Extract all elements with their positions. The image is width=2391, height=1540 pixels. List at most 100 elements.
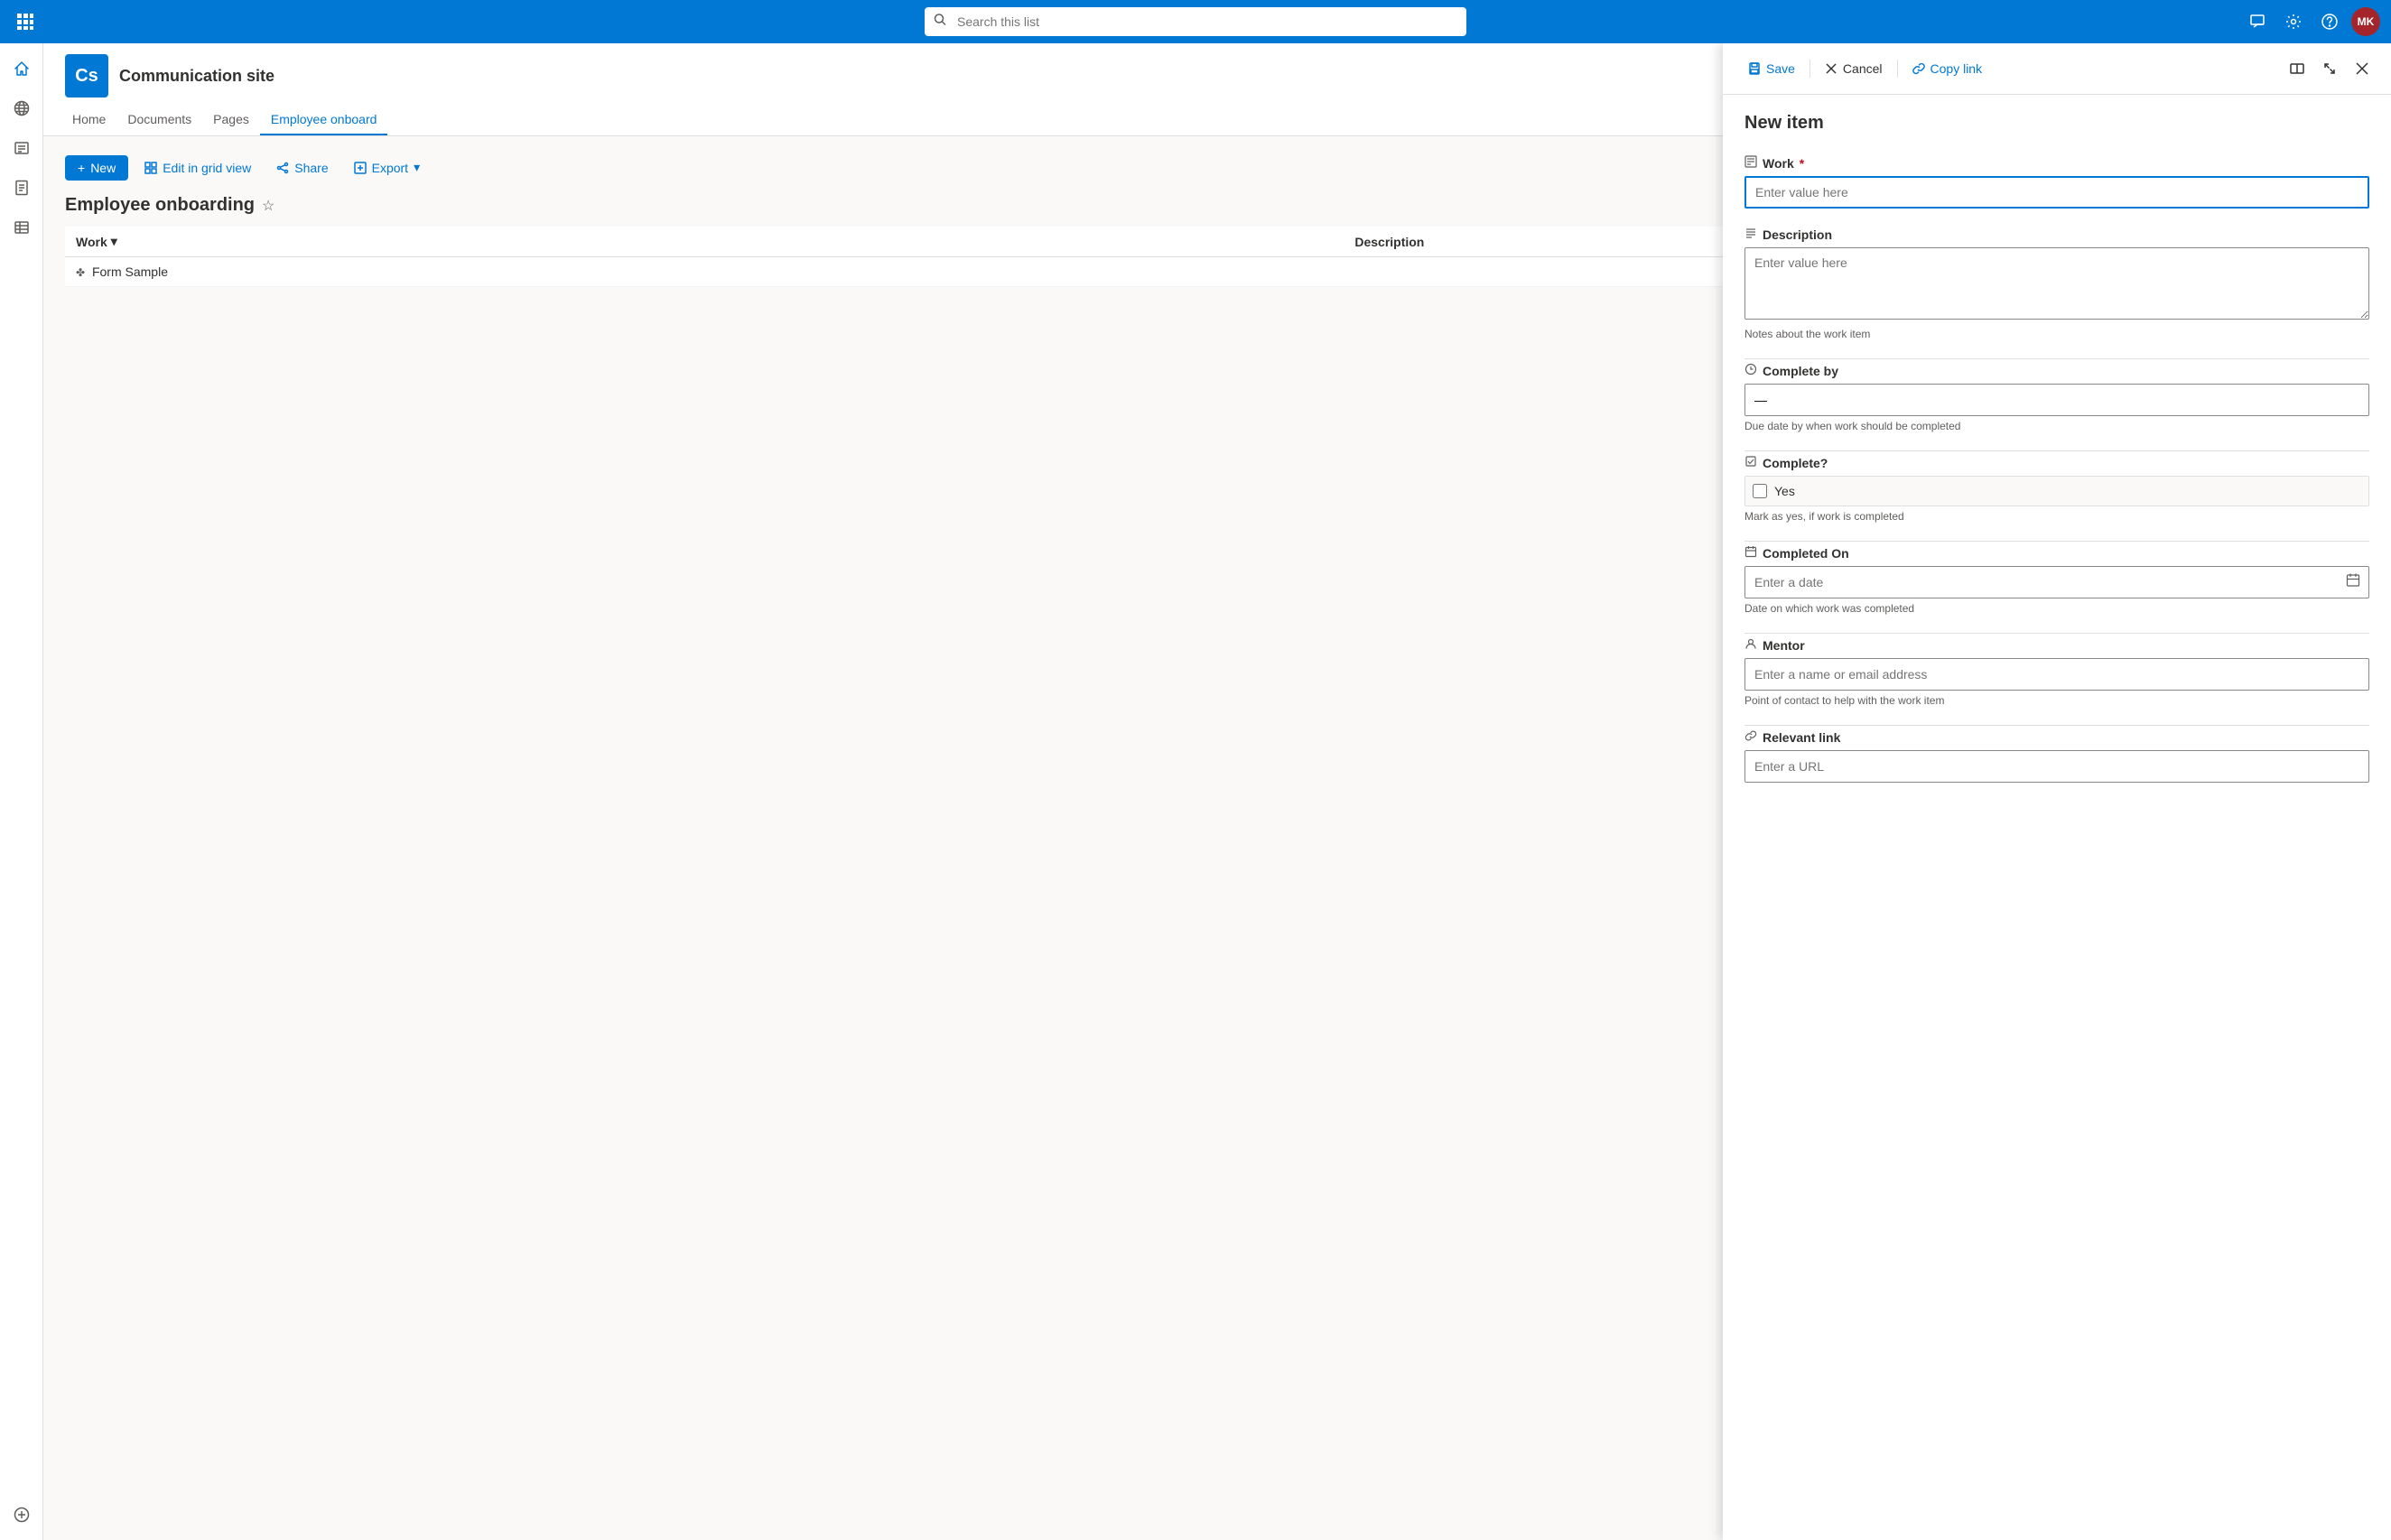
- share-icon: [276, 162, 289, 174]
- help-icon[interactable]: [2315, 7, 2344, 36]
- site-content: Cs Communication site Home Documents Pag…: [43, 43, 2391, 1540]
- panel-view-button[interactable]: [2283, 54, 2312, 83]
- mentor-hint: Point of contact to help with the work i…: [1744, 694, 2369, 707]
- relevant-link-input[interactable]: [1744, 750, 2369, 783]
- description-input[interactable]: [1744, 247, 2369, 320]
- complete-hint: Mark as yes, if work is completed: [1744, 510, 2369, 523]
- cancel-icon: [1825, 62, 1837, 75]
- completed-on-hint: Date on which work was completed: [1744, 602, 2369, 615]
- rail-globe[interactable]: [4, 90, 40, 126]
- field-complete-by-label: Complete by: [1744, 363, 2369, 378]
- field-divider-4: [1744, 633, 2369, 634]
- rail-add[interactable]: [4, 1497, 40, 1533]
- complete-icon: [1744, 455, 1757, 470]
- save-icon: [1748, 62, 1761, 75]
- field-relevant-link-label: Relevant link: [1744, 729, 2369, 745]
- completed-on-input[interactable]: [1744, 566, 2369, 598]
- row-work-cell: ✤ Form Sample: [65, 257, 1344, 287]
- nav-pages[interactable]: Pages: [202, 105, 260, 135]
- field-divider-3: [1744, 541, 2369, 542]
- complete-by-hint: Due date by when work should be complete…: [1744, 420, 2369, 432]
- main-layout: Cs Communication site Home Documents Pag…: [0, 43, 2391, 1540]
- app-rail: [0, 43, 43, 1540]
- description-hint: Notes about the work item: [1744, 328, 2369, 340]
- new-button[interactable]: + New: [65, 155, 128, 181]
- edit-grid-button[interactable]: Edit in grid view: [135, 155, 260, 181]
- rail-home[interactable]: [4, 51, 40, 87]
- field-complete: Complete? Yes Mark as yes, if work is co…: [1744, 455, 2369, 523]
- complete-checkbox-label: Yes: [1774, 484, 1795, 498]
- new-item-panel: Save Cancel Copy link: [1723, 43, 2391, 1540]
- relevant-link-icon: [1744, 729, 1757, 745]
- panel-toolbar-right: [2283, 54, 2377, 83]
- export-button[interactable]: Export ▾: [345, 154, 430, 181]
- complete-checkbox[interactable]: [1753, 484, 1767, 498]
- work-field-icon: [1744, 155, 1757, 171]
- field-mentor-label: Mentor: [1744, 637, 2369, 653]
- search-icon: [934, 14, 946, 31]
- field-description: Description Notes about the work item: [1744, 227, 2369, 340]
- field-complete-by: Complete by Due date by when work should…: [1744, 363, 2369, 432]
- date-picker-icon[interactable]: [2346, 573, 2360, 592]
- field-relevant-link: Relevant link: [1744, 729, 2369, 783]
- field-description-label: Description: [1744, 227, 2369, 242]
- field-work: Work *: [1744, 155, 2369, 209]
- rail-page[interactable]: [4, 170, 40, 206]
- feedback-icon[interactable]: [2243, 7, 2272, 36]
- top-bar: MK: [0, 0, 2391, 43]
- avatar[interactable]: MK: [2351, 7, 2380, 36]
- link-chain-icon: [1912, 62, 1925, 75]
- save-button[interactable]: Save: [1737, 56, 1806, 81]
- close-panel-button[interactable]: [2348, 54, 2377, 83]
- top-bar-actions: MK: [2243, 7, 2380, 36]
- search-bar: [925, 7, 1466, 36]
- share-button[interactable]: Share: [267, 155, 337, 181]
- complete-checkbox-row: Yes: [1744, 476, 2369, 506]
- field-complete-label: Complete?: [1744, 455, 2369, 470]
- plus-icon: +: [78, 161, 85, 175]
- mentor-input[interactable]: [1744, 658, 2369, 691]
- col-work-header[interactable]: Work ▾: [76, 234, 1333, 249]
- panel-title: New item: [1744, 113, 2369, 134]
- grid-icon: [144, 162, 157, 174]
- row-expand-icon[interactable]: ✤: [76, 266, 85, 279]
- panel-layout-icon: [2290, 61, 2304, 76]
- panel-toolbar: Save Cancel Copy link: [1723, 43, 2391, 95]
- field-divider-1: [1744, 358, 2369, 359]
- favorite-star-icon[interactable]: ☆: [262, 197, 274, 215]
- rail-news[interactable]: [4, 130, 40, 166]
- completed-on-wrap: [1744, 566, 2369, 598]
- cancel-button[interactable]: Cancel: [1814, 56, 1893, 81]
- completed-on-icon: [1744, 545, 1757, 561]
- col-work: Work ▾: [65, 227, 1344, 257]
- complete-by-icon: [1744, 363, 1757, 378]
- field-mentor: Mentor Point of contact to help with the…: [1744, 637, 2369, 707]
- expand-icon: [2323, 62, 2336, 75]
- toolbar-separator-2: [1897, 60, 1898, 78]
- work-input[interactable]: [1744, 176, 2369, 209]
- close-icon: [2356, 62, 2368, 75]
- field-completed-on: Completed On Date on: [1744, 545, 2369, 615]
- settings-icon[interactable]: [2279, 7, 2308, 36]
- description-field-icon: [1744, 227, 1757, 242]
- site-logo: Cs: [65, 54, 108, 97]
- chevron-down-icon: ▾: [414, 160, 420, 175]
- site-name: Communication site: [119, 67, 274, 86]
- search-input[interactable]: [925, 7, 1466, 36]
- copy-link-button[interactable]: Copy link: [1902, 56, 1994, 81]
- rail-list[interactable]: [4, 209, 40, 246]
- list-title: Employee onboarding: [65, 195, 255, 216]
- waffle-menu-button[interactable]: [11, 7, 40, 36]
- complete-by-input[interactable]: [1744, 384, 2369, 416]
- field-completed-on-label: Completed On: [1744, 545, 2369, 561]
- chevron-down-icon: ▾: [111, 234, 117, 249]
- required-marker: *: [1800, 156, 1804, 171]
- export-icon: [354, 162, 367, 174]
- field-divider-5: [1744, 725, 2369, 726]
- field-work-label: Work *: [1744, 155, 2369, 171]
- nav-employee-onboard[interactable]: Employee onboard: [260, 105, 388, 135]
- panel-expand-button[interactable]: [2315, 54, 2344, 83]
- nav-home[interactable]: Home: [61, 105, 116, 135]
- mentor-icon: [1744, 637, 1757, 653]
- nav-documents[interactable]: Documents: [116, 105, 202, 135]
